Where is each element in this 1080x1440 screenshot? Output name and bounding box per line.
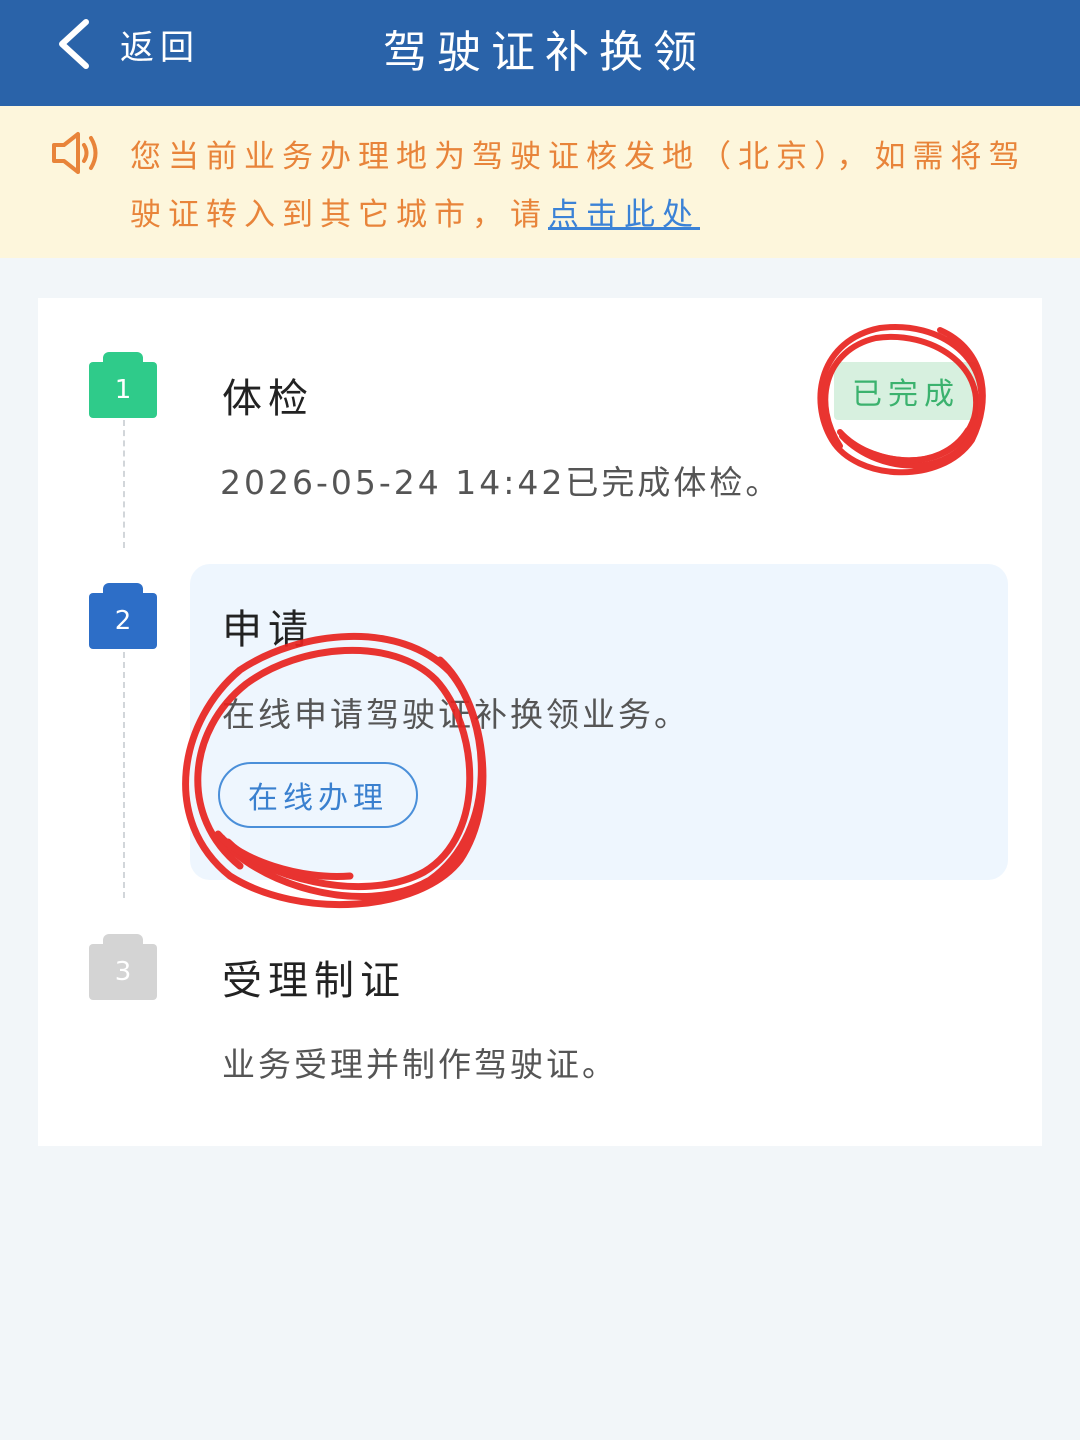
step-2-description: 在线申请驾驶证补换领业务。: [222, 695, 690, 734]
page-title: 驾驶证补换领: [383, 27, 707, 78]
step-connector: [123, 652, 125, 898]
step-1-icon: 1: [89, 352, 157, 418]
apply-online-button[interactable]: 在线办理: [218, 762, 418, 828]
step-3-icon: 3: [89, 934, 157, 1000]
step-2-title: 申请: [222, 607, 314, 653]
notice-text: 您当前业务办理地为驾驶证核发地（北京），如需将驾驶证转入到其它城市，请点击此处: [130, 128, 1030, 244]
transfer-link[interactable]: 点击此处: [548, 197, 700, 233]
step-1-description: 2026-05-24 14:42已完成体检。: [220, 463, 782, 502]
status-badge: 已完成: [834, 362, 978, 420]
step-3-description: 业务受理并制作驾驶证。: [222, 1045, 618, 1084]
step-3-number: 3: [89, 944, 157, 1000]
step-connector: [123, 420, 125, 548]
top-nav-bar: 返回 驾驶证补换领: [0, 0, 1080, 106]
step-3-title: 受理制证: [222, 958, 406, 1004]
step-2-number: 2: [89, 593, 157, 649]
step-1-title: 体检: [222, 376, 314, 422]
speaker-icon: [50, 130, 102, 180]
step-2-icon: 2: [89, 583, 157, 649]
step-1-number: 1: [89, 362, 157, 418]
